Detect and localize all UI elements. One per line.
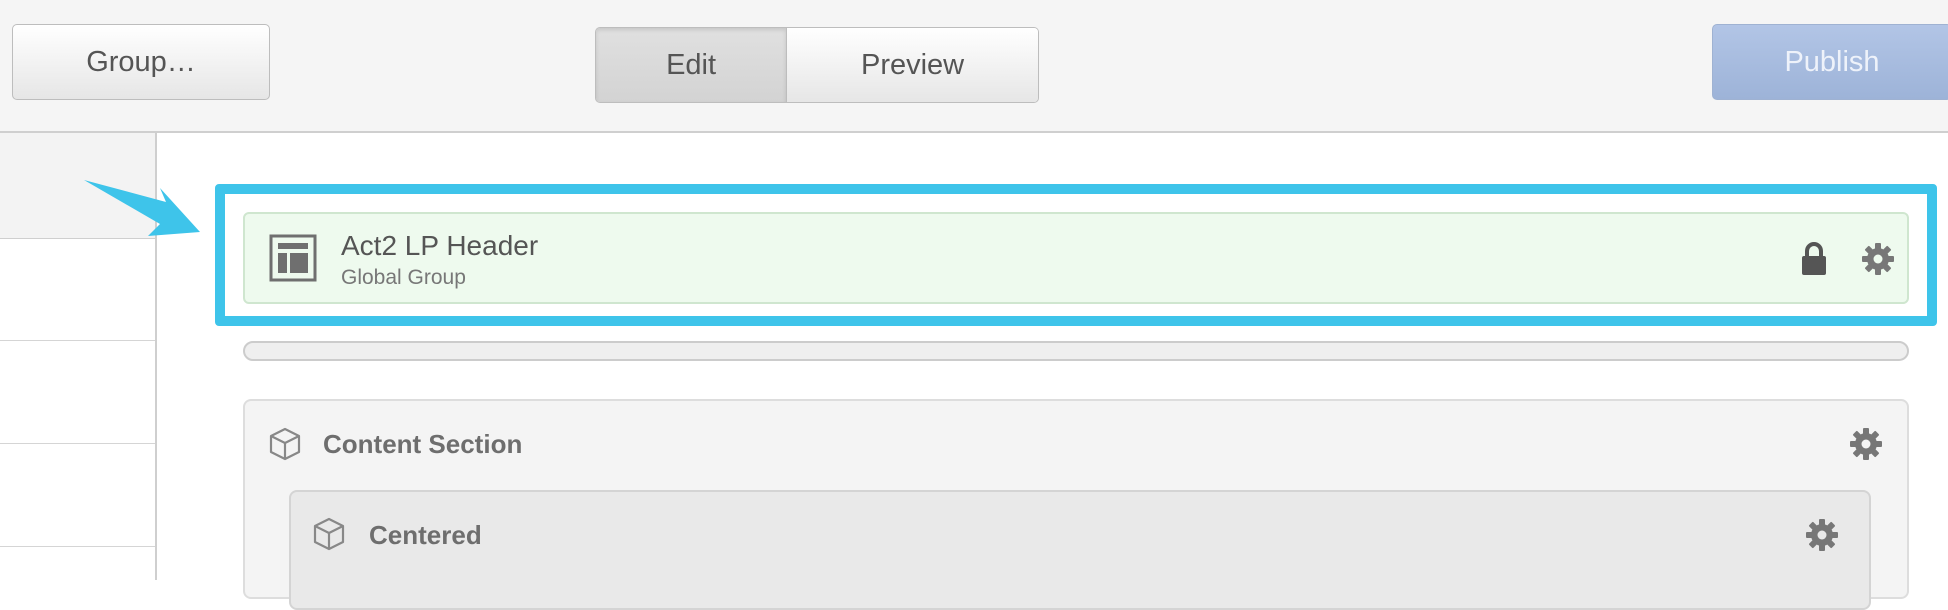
subsection-title: Centered	[369, 520, 482, 550]
gear-icon[interactable]	[1849, 427, 1883, 461]
left-panel-divider	[0, 340, 155, 341]
cube-icon	[269, 427, 301, 461]
callout-arrow-icon	[84, 180, 200, 236]
drop-zone-bar[interactable]	[243, 341, 1909, 361]
edit-button[interactable]: Edit	[596, 28, 788, 102]
block-subtitle: Global Group	[341, 266, 466, 289]
cube-icon	[313, 517, 345, 551]
gear-icon[interactable]	[1805, 518, 1839, 552]
layout-icon	[269, 234, 317, 282]
group-button[interactable]: Group…	[12, 24, 270, 100]
content-section[interactable]: Content Section Centered	[243, 399, 1909, 610]
gear-icon[interactable]	[1861, 242, 1895, 276]
lock-icon[interactable]	[1800, 242, 1828, 276]
left-panel-divider	[0, 443, 155, 444]
section-title: Content Section	[323, 429, 523, 459]
publish-button[interactable]: Publish	[1712, 24, 1948, 100]
left-panel-divider	[0, 546, 155, 547]
header-block[interactable]: Act2 LP Header Global Group	[243, 212, 1909, 304]
block-title: Act2 LP Header	[341, 230, 539, 261]
preview-button[interactable]: Preview	[787, 28, 1038, 102]
top-toolbar: Group… Edit Preview Publish	[0, 0, 1948, 133]
centered-subsection[interactable]: Centered	[289, 490, 1871, 610]
mode-toggle: Edit Preview	[595, 27, 1039, 103]
